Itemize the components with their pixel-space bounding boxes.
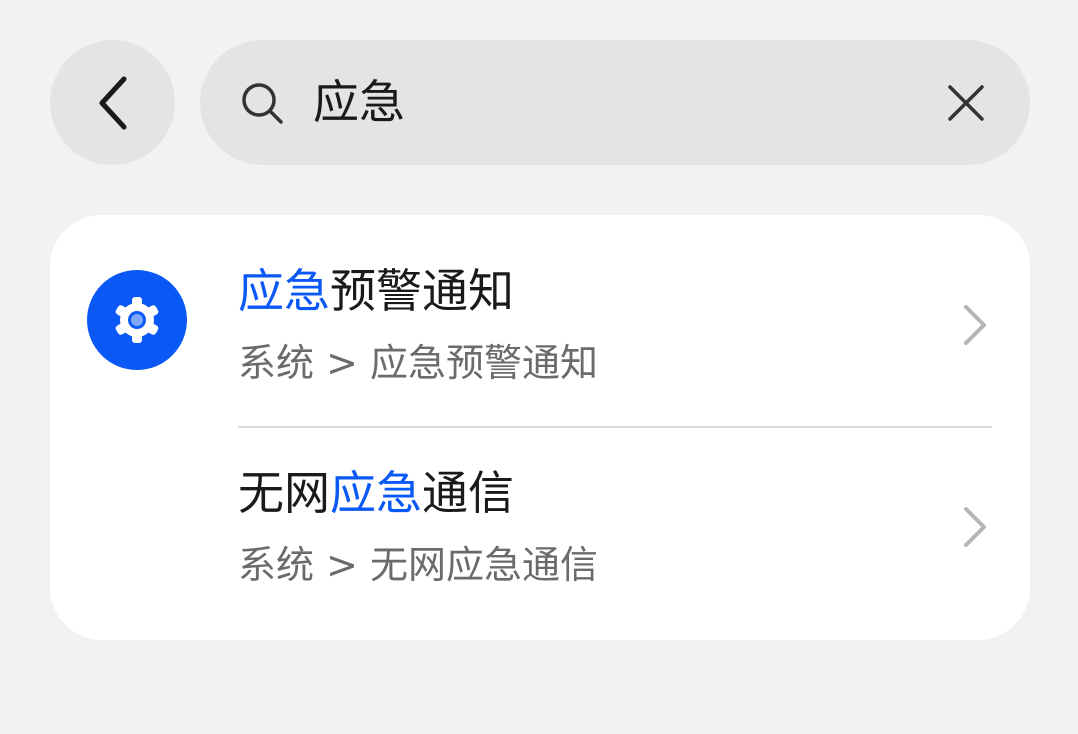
back-button[interactable] — [50, 40, 175, 165]
search-icon — [242, 83, 283, 124]
result-title: 应急预警通知 — [238, 261, 514, 321]
title-prefix: 无网 — [238, 466, 330, 520]
search-input[interactable]: 应急 — [313, 40, 405, 165]
settings-gear-icon — [87, 270, 187, 370]
clear-search-icon[interactable] — [946, 83, 986, 123]
search-results-card: 应急预警通知 系统 > 应急预警通知 无网应急通信 系统 > 无网应急通信 — [50, 215, 1030, 640]
title-highlight: 应急 — [330, 466, 422, 520]
title-rest: 通信 — [422, 466, 514, 520]
search-result-item[interactable]: 应急预警通知 系统 > 应急预警通知 — [50, 225, 1030, 425]
search-bar[interactable]: 应急 — [200, 40, 1030, 165]
title-highlight: 应急 — [238, 264, 330, 318]
chevron-right-icon — [964, 305, 986, 345]
back-arrow-icon — [99, 76, 126, 129]
chevron-right-icon — [964, 507, 986, 547]
title-rest: 预警通知 — [330, 264, 514, 318]
result-path: 系统 > 应急预警通知 — [238, 341, 598, 385]
search-result-item[interactable]: 无网应急通信 系统 > 无网应急通信 — [50, 427, 1030, 627]
result-path: 系统 > 无网应急通信 — [238, 543, 598, 587]
result-title: 无网应急通信 — [238, 463, 514, 523]
